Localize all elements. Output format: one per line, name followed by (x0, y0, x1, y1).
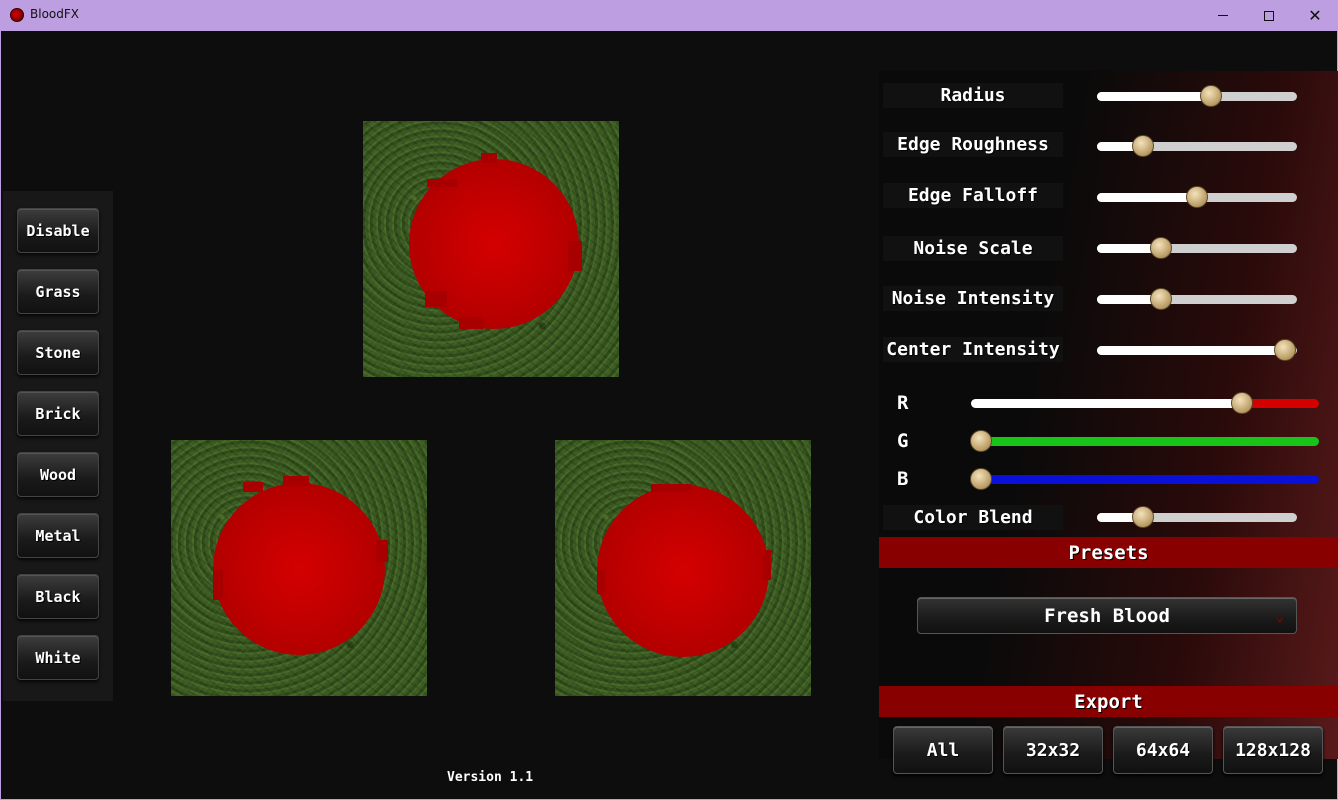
material-button-stone[interactable]: Stone (17, 330, 99, 375)
window-title: BloodFX (30, 7, 79, 21)
noise-intensity-label: Noise Intensity (883, 286, 1063, 311)
minimize-icon (1218, 15, 1228, 16)
close-icon: ✕ (1308, 5, 1322, 25)
export-64-button[interactable]: 64x64 (1113, 726, 1213, 774)
noise-scale-label: Noise Scale (883, 236, 1063, 261)
radius-slider[interactable] (1097, 85, 1297, 107)
slider-handle[interactable] (1186, 186, 1208, 208)
export-32-button[interactable]: 32x32 (1003, 726, 1103, 774)
preview-tile-large (363, 121, 619, 377)
blood-splat (597, 485, 769, 657)
edge-falloff-slider[interactable] (1097, 186, 1297, 208)
close-button[interactable]: ✕ (1292, 0, 1338, 31)
color-blend-slider[interactable] (1097, 506, 1297, 528)
export-header: Export (879, 686, 1338, 717)
slider-handle[interactable] (1132, 506, 1154, 528)
export-all-button[interactable]: All (893, 726, 993, 774)
material-button-brick[interactable]: Brick (17, 391, 99, 436)
red-slider[interactable] (971, 392, 1319, 414)
slider-handle[interactable] (970, 468, 993, 490)
slider-handle[interactable] (1132, 135, 1154, 157)
chevron-down-icon: ⌄ (1275, 609, 1284, 625)
slider-handle[interactable] (1231, 392, 1254, 414)
blue-label: B (897, 468, 909, 490)
slider-handle[interactable] (1150, 237, 1172, 259)
version-label: Version 1.1 (447, 770, 534, 785)
slider-handle[interactable] (1200, 85, 1222, 107)
maximize-icon (1264, 10, 1274, 21)
presets-header: Presets (879, 537, 1338, 568)
slider-handle[interactable] (1150, 288, 1172, 310)
preview-tile-small (555, 440, 811, 696)
material-button-white[interactable]: White (17, 635, 99, 680)
slider-handle[interactable] (970, 430, 993, 452)
material-button-grass[interactable]: Grass (17, 269, 99, 314)
edge-falloff-label: Edge Falloff (883, 183, 1063, 208)
preview-tile-medium (171, 440, 427, 696)
material-panel: Disable Grass Stone Brick Wood Metal Bla… (3, 191, 113, 701)
edge-roughness-slider[interactable] (1097, 135, 1297, 157)
title-bar: BloodFX ✕ (0, 0, 1338, 31)
edge-roughness-label: Edge Roughness (883, 132, 1063, 157)
settings-panel: Radius Edge Roughness Edge Falloff Noise… (879, 71, 1338, 774)
noise-intensity-slider[interactable] (1097, 288, 1297, 310)
green-slider[interactable] (970, 430, 1319, 452)
red-label: R (897, 392, 909, 414)
blood-splat (213, 483, 385, 655)
export-128-button[interactable]: 128x128 (1223, 726, 1323, 774)
material-button-wood[interactable]: Wood (17, 452, 99, 497)
minimize-button[interactable] (1200, 0, 1246, 31)
preset-dropdown[interactable]: Fresh Blood ⌄ (917, 597, 1297, 634)
app-blood-icon (10, 8, 24, 22)
noise-scale-slider[interactable] (1097, 237, 1297, 259)
radius-label: Radius (883, 83, 1063, 108)
center-intensity-label: Center Intensity (883, 337, 1063, 362)
material-button-black[interactable]: Black (17, 574, 99, 619)
blue-slider[interactable] (970, 468, 1319, 490)
preset-selected-value: Fresh Blood (1044, 604, 1170, 627)
center-intensity-slider[interactable] (1097, 339, 1297, 361)
material-button-metal[interactable]: Metal (17, 513, 99, 558)
material-button-disable[interactable]: Disable (17, 208, 99, 253)
maximize-button[interactable] (1246, 0, 1292, 31)
slider-handle[interactable] (1274, 339, 1296, 361)
green-label: G (897, 430, 909, 452)
color-blend-label: Color Blend (883, 505, 1063, 530)
app-area: Disable Grass Stone Brick Wood Metal Bla… (0, 31, 1338, 800)
